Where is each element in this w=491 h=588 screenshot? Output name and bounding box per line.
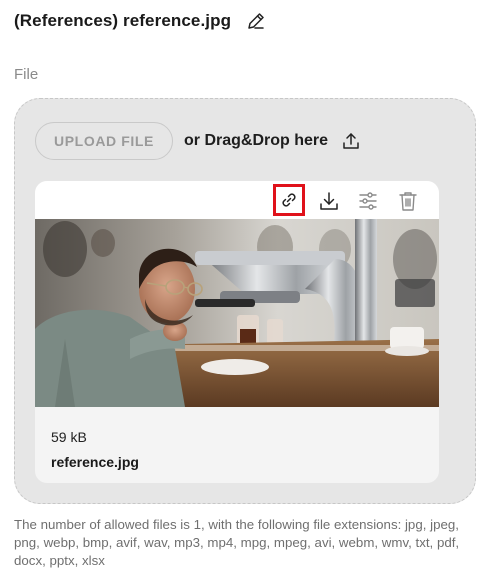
file-name: reference.jpg <box>51 454 139 470</box>
page-title: (References) reference.jpg <box>14 11 232 30</box>
file-dropzone[interactable]: UPLOAD FILE or Drag&Drop here 59 kB refe… <box>14 98 476 504</box>
drag-drop-text: or Drag&Drop here <box>184 132 329 149</box>
pencil-icon[interactable] <box>245 10 267 32</box>
upload-row: UPLOAD FILE or Drag&Drop here <box>35 121 362 161</box>
upload-file-button[interactable]: UPLOAD FILE <box>35 122 173 160</box>
file-size: 59 kB <box>51 429 87 445</box>
file-meta: 59 kB reference.jpg <box>51 429 139 470</box>
title-row: (References) reference.jpg <box>14 8 267 34</box>
sliders-icon[interactable] <box>353 186 383 216</box>
trash-icon[interactable] <box>393 186 423 216</box>
upload-icon[interactable] <box>340 130 362 152</box>
field-label: File <box>14 66 39 83</box>
download-icon[interactable] <box>314 186 344 216</box>
link-icon[interactable] <box>273 184 305 216</box>
allowed-files-help-text: The number of allowed files is 1, with t… <box>14 517 460 568</box>
file-preview-image <box>35 219 439 407</box>
file-card-toolbar <box>35 181 439 219</box>
file-card: 59 kB reference.jpg <box>35 181 439 483</box>
